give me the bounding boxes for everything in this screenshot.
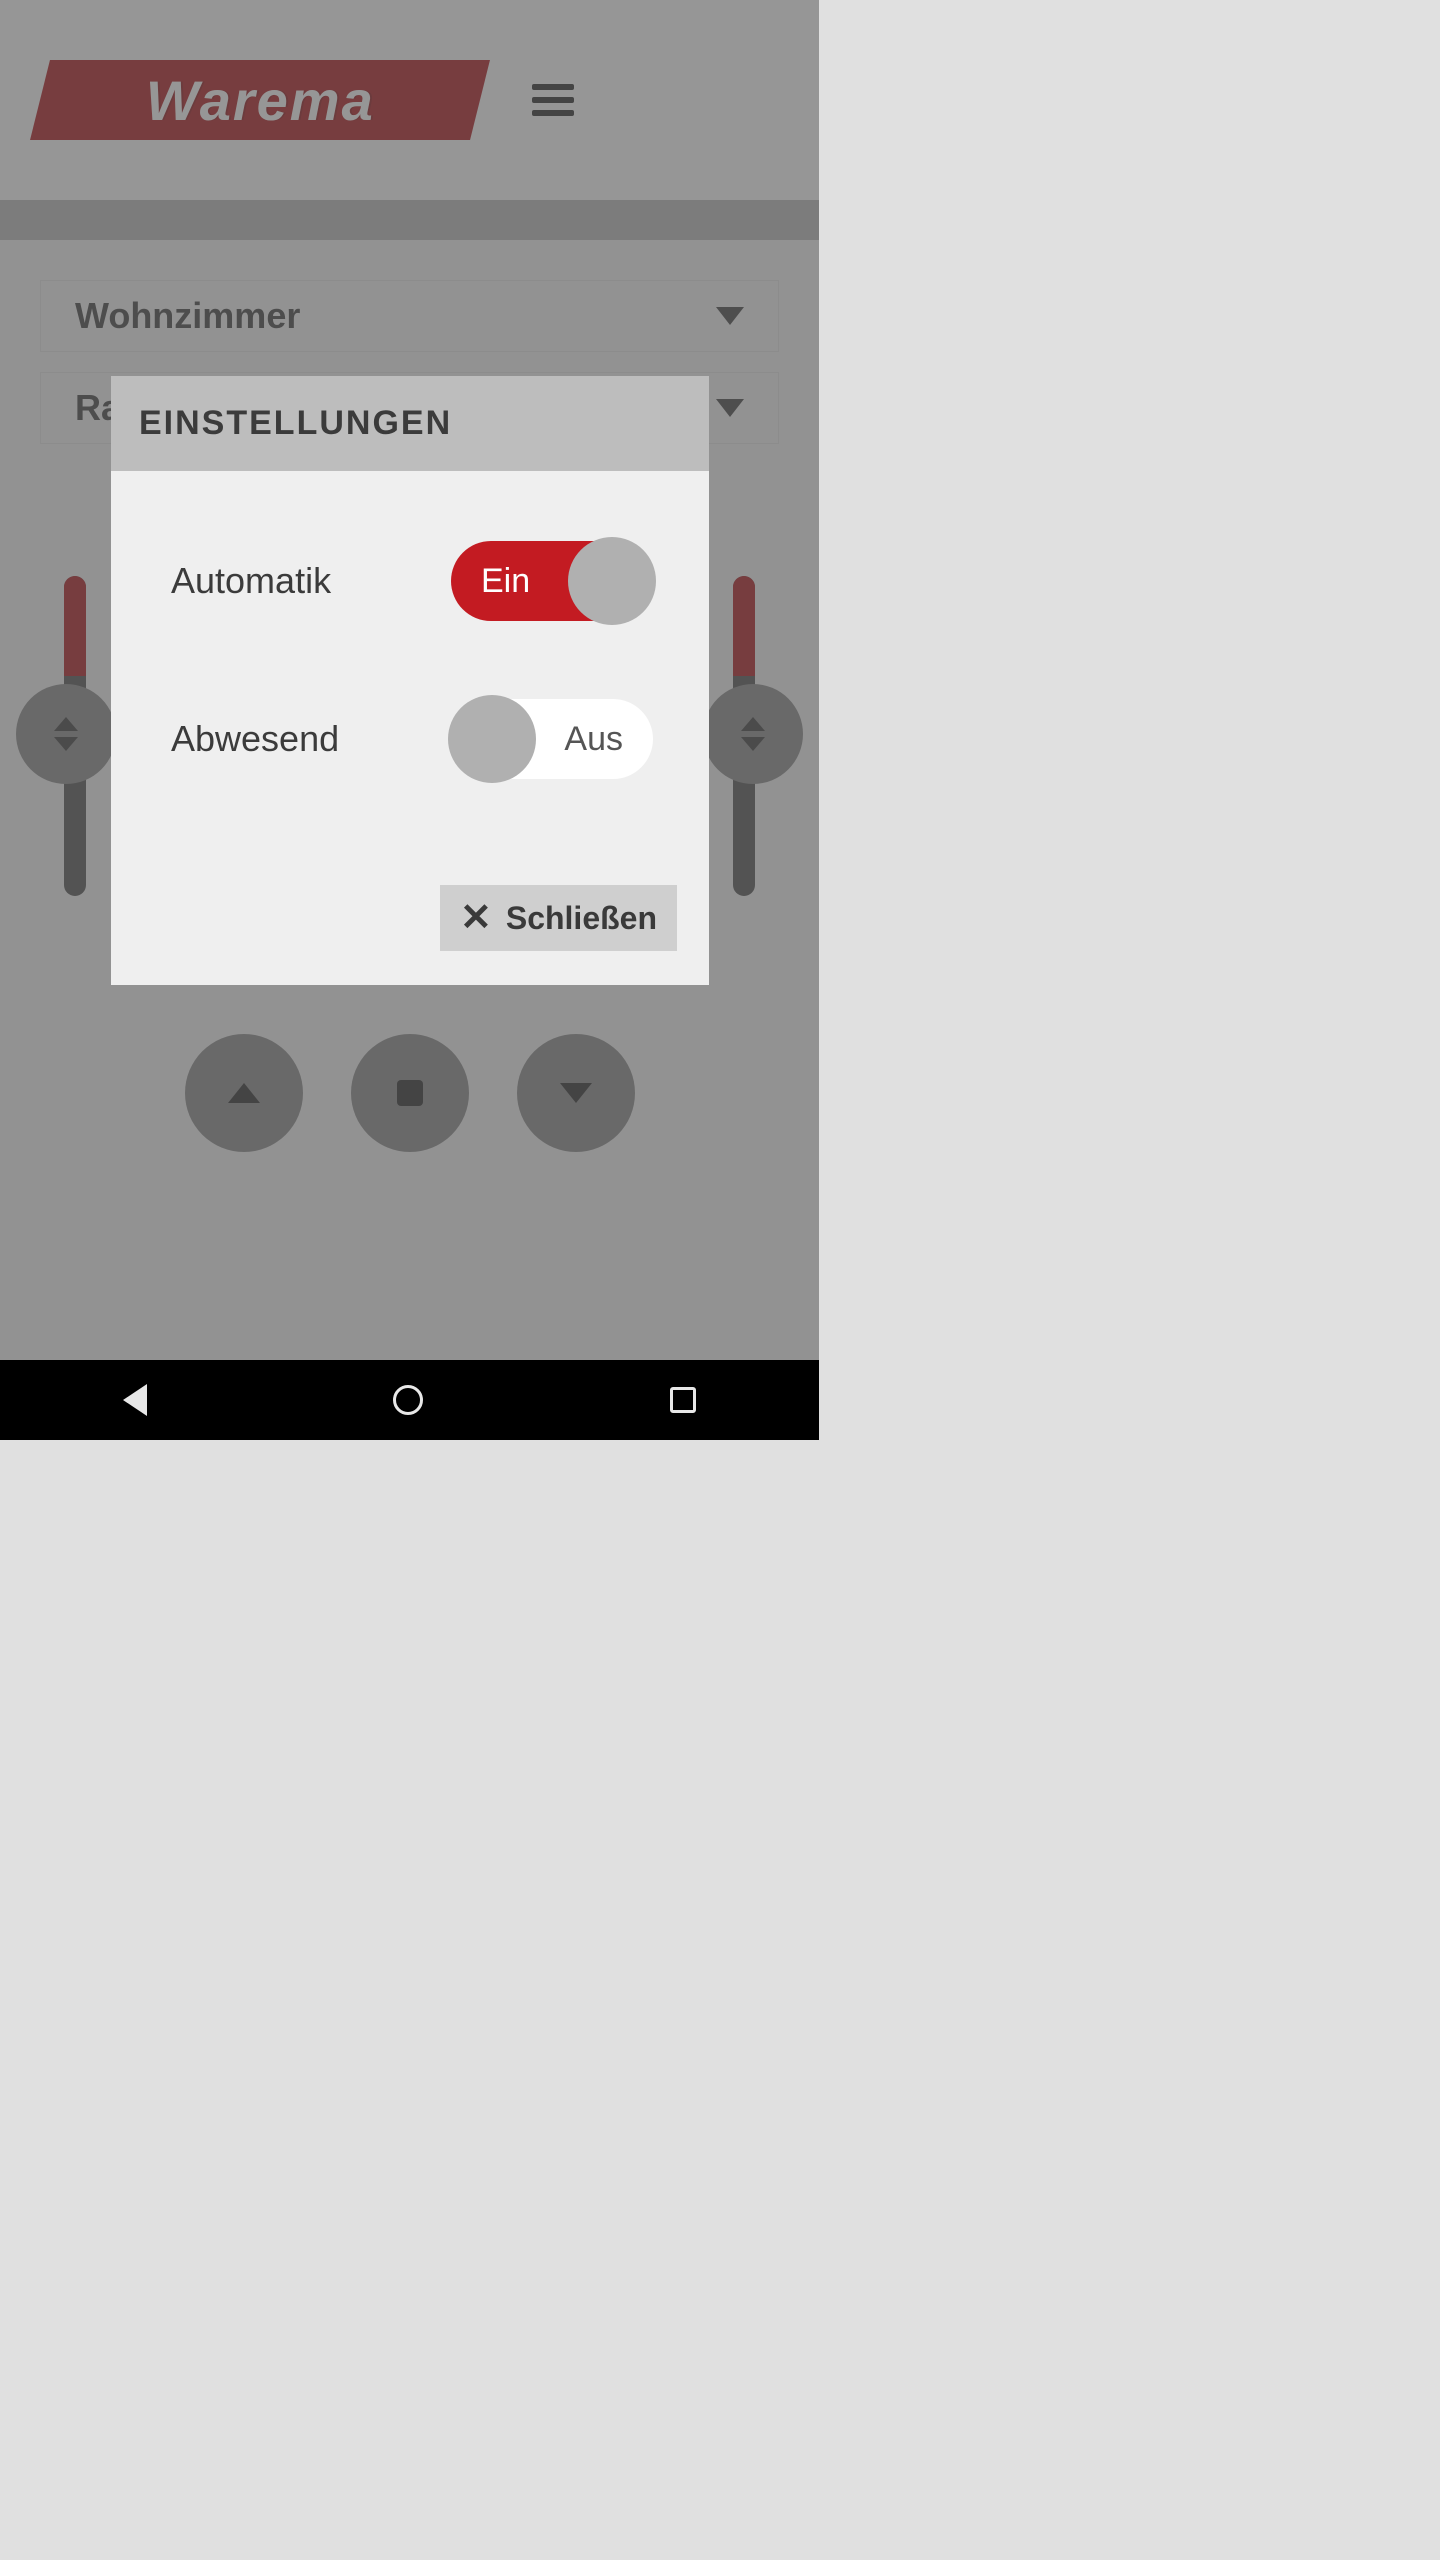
automatik-label: Automatik	[171, 560, 331, 602]
modal-title: EINSTELLUNGEN	[111, 376, 709, 471]
abwesend-toggle[interactable]: Aus	[451, 699, 653, 779]
nav-back-button[interactable]	[123, 1384, 147, 1416]
close-icon: ✕	[460, 899, 492, 937]
app-viewport: Warema Wohnzimmer Ra	[0, 0, 819, 1360]
toggle-knob	[448, 695, 536, 783]
toggle-knob	[568, 537, 656, 625]
toggle-state-text: Aus	[564, 720, 623, 759]
android-navbar	[0, 1360, 819, 1440]
abwesend-label: Abwesend	[171, 718, 339, 760]
nav-home-button[interactable]	[393, 1385, 423, 1415]
toggle-state-text: Ein	[481, 562, 530, 601]
automatik-row: Automatik Ein	[171, 541, 653, 621]
close-button-label: Schließen	[506, 900, 657, 937]
abwesend-row: Abwesend Aus	[171, 699, 653, 779]
automatik-toggle[interactable]: Ein	[451, 541, 653, 621]
close-button[interactable]: ✕ Schließen	[440, 885, 677, 951]
nav-recent-button[interactable]	[670, 1387, 696, 1413]
settings-modal: EINSTELLUNGEN Automatik Ein Abwesend Aus…	[111, 376, 709, 985]
